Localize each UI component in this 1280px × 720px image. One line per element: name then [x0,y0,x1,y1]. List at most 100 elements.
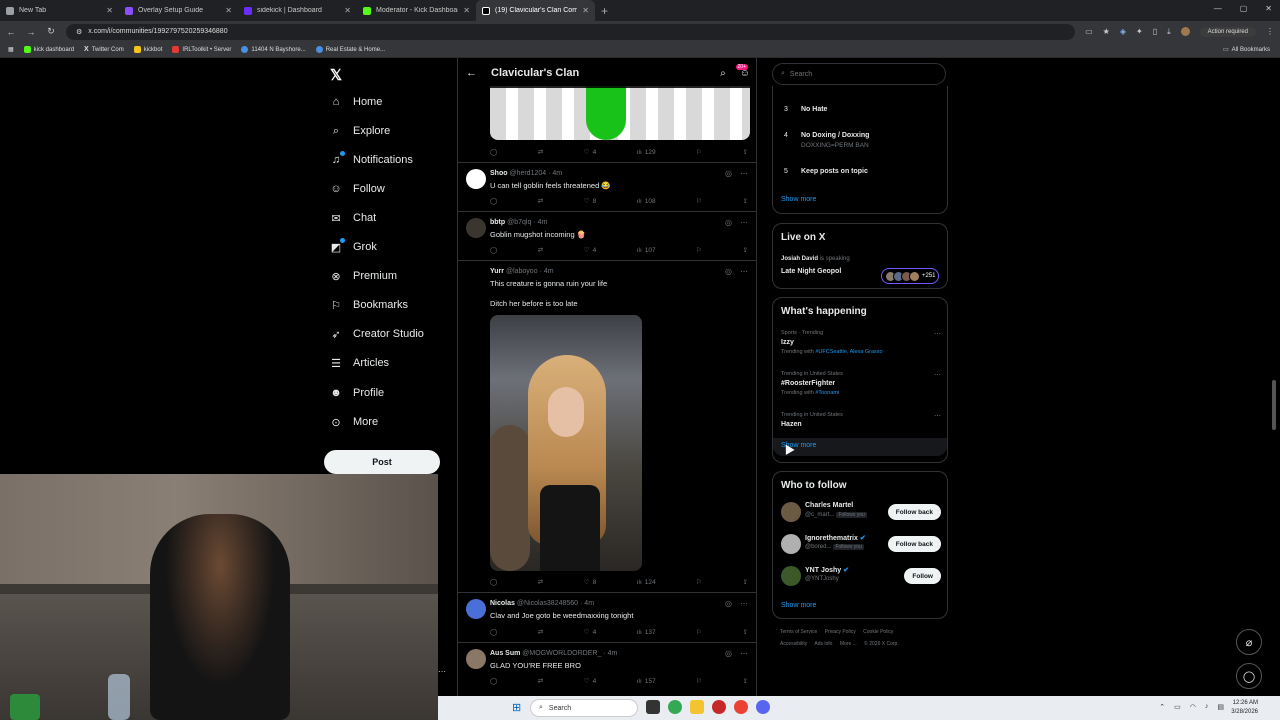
maximize-icon[interactable]: ▢ [1240,4,1248,13]
download-icon[interactable]: ⤓ [1167,27,1171,37]
windows-start-icon[interactable]: ⊞ [512,702,524,714]
chrome-icon[interactable] [668,700,682,714]
bookmark-icon[interactable]: ⚐ [696,628,702,636]
reply-icon[interactable]: ◯ [490,677,497,685]
scrollbar[interactable] [1272,380,1276,430]
like-button[interactable]: ♡ 4 [584,628,596,637]
follow-back-button[interactable]: Follow back [887,536,941,552]
more-dots-icon[interactable]: ⋯ [740,169,748,178]
url-field[interactable]: ⚙ x.com/i/communities/199279752025934688… [66,23,1076,40]
tab-kick-moderator[interactable]: Moderator - Kick Dashboard ✕ [357,0,476,21]
star-icon[interactable]: ★ [1103,27,1110,36]
more-dots-icon[interactable]: ⋯ [934,330,941,338]
views-button[interactable]: ılı 129 [637,148,656,156]
views-button[interactable]: ılı 108 [637,197,656,205]
nav-bookmarks[interactable]: ⚐ Bookmarks [330,299,408,312]
views-button[interactable]: ılı 107 [637,246,656,254]
repost-icon[interactable]: ⇄ [538,578,543,586]
extension-icon[interactable]: ◈ [1120,27,1126,36]
grok-icon[interactable]: ◎ [725,267,732,276]
close-icon[interactable]: ✕ [344,6,351,15]
all-bookmarks[interactable]: ▭ All Bookmarks [1223,46,1270,54]
back-icon[interactable]: ← [6,27,16,37]
bookmark-twitter-com[interactable]: X Twitter Com [84,46,124,53]
speaker-name[interactable]: Josiah David [781,256,818,262]
repost-icon[interactable]: ⇄ [538,148,543,156]
battery-icon[interactable]: ▭ [1174,703,1181,711]
footer-link[interactable]: Accessibility [780,641,807,647]
author-name[interactable]: Nicolas [490,600,515,607]
avatar[interactable] [466,649,486,669]
bookmark-real-estate[interactable]: Real Estate & Home... [315,46,385,53]
bookmark-icon[interactable]: ⚐ [696,578,702,586]
nav-profile[interactable]: ☻ Profile [330,387,384,399]
nav-articles[interactable]: ☰ Articles [330,357,389,370]
avatar[interactable] [781,534,801,554]
volume-icon[interactable]: ♪ [1205,703,1209,711]
share-icon[interactable]: ⇪ [743,677,748,685]
footer-link[interactable]: Ads info [814,641,832,647]
author-handle[interactable]: @MOGWORLDORDER_ [522,650,601,657]
more-dots-icon[interactable]: ⋯ [740,267,748,276]
nav-follow[interactable]: ☺ Follow [330,183,384,195]
author-handle[interactable]: @herd1204 [509,170,546,177]
like-button[interactable]: ♡ 8 [584,578,596,587]
footer-link[interactable]: Privacy Policy [825,629,856,635]
more-dots-icon[interactable]: ⋯ [438,667,446,676]
author-name[interactable]: Shoo [490,170,508,177]
tab-new-tab[interactable]: New Tab ✕ [0,0,119,21]
task-view-icon[interactable] [646,700,660,714]
nav-creator-studio[interactable]: ➶ Creator Studio [330,328,424,341]
bookmark-kickbot[interactable]: kickbot [133,46,162,53]
grok-icon[interactable]: ⌀ [1236,629,1262,655]
reply-icon[interactable]: ◯ [490,197,497,205]
share-icon[interactable]: ⇪ [743,578,748,586]
share-icon[interactable]: ⇪ [743,148,748,156]
share-icon[interactable]: ⇪ [743,197,748,205]
views-button[interactable]: ılı 157 [637,677,656,685]
author-handle[interactable]: @b7qlq [507,219,531,226]
follow-button[interactable]: Follow [904,568,941,584]
tab-clavicular-community[interactable]: (19) Clavicular's Clan Commun ✕ [476,0,595,21]
post-button[interactable]: Post [324,450,440,474]
grok-icon[interactable]: ◎ [725,218,732,227]
views-button[interactable]: ılı 124 [637,578,656,586]
chevron-up-icon[interactable]: ⌃ [1159,703,1165,711]
install-icon[interactable]: ▭ [1085,27,1093,36]
author-name[interactable]: Aus Sum [490,650,520,657]
avatar[interactable] [466,267,486,287]
more-dots-icon[interactable]: ⋯ [934,371,941,379]
follow-suggestion[interactable]: Charles Martel @c_mart... Follows you Fol… [781,500,941,526]
avatar[interactable] [466,169,486,189]
more-dots-icon[interactable]: ⋯ [740,649,748,658]
author-handle[interactable]: @Nicolas38248560 [517,600,578,607]
window-close-icon[interactable]: ✕ [1265,4,1272,13]
bookmark-bayshore[interactable]: 11404 N Bayshore... [241,46,306,53]
follow-suggestion[interactable]: YNT Joshy ✔ @YNTJoshy Follow [781,564,941,590]
tab-overlay-setup[interactable]: Overlay Setup Guide ✕ [119,0,238,21]
new-tab-button[interactable]: + [601,4,608,18]
minimize-icon[interactable]: — [1214,4,1222,13]
trend-with-link[interactable]: #UFCSeattle, Alexa Grasso [815,349,882,355]
obs-icon[interactable] [712,700,726,714]
repost-icon[interactable]: ⇄ [538,197,543,205]
discord-icon[interactable] [756,700,770,714]
repost-icon[interactable]: ⇄ [538,677,543,685]
nav-home[interactable]: ⌂ Home [330,96,383,108]
repost-icon[interactable]: ⇄ [538,246,543,254]
chat-bubble-icon[interactable]: ◯ [1236,663,1262,689]
trend-item[interactable]: Sports · Trending Izzy Trending with #UF… [781,330,941,355]
nav-notifications[interactable]: ♫ Notifications [330,151,413,166]
like-button[interactable]: ♡ 4 [584,148,596,157]
author-handle[interactable]: @laboyoo [506,268,538,275]
space-title[interactable]: Late Night Geopol [781,268,841,275]
close-icon[interactable]: ✕ [225,6,232,15]
author-name[interactable]: Yurr [490,268,504,275]
follow-back-button[interactable]: Follow back [887,504,941,520]
live-listeners-pill[interactable]: +251 [881,268,939,284]
footer-link[interactable]: Terms of Service [780,629,817,635]
grok-icon[interactable]: ◎ [725,169,732,178]
bookmark-icon[interactable]: ⚐ [696,197,702,205]
nav-chat[interactable]: ✉ Chat [330,212,376,225]
taskbar-search[interactable]: ⌕ Search [530,699,638,717]
